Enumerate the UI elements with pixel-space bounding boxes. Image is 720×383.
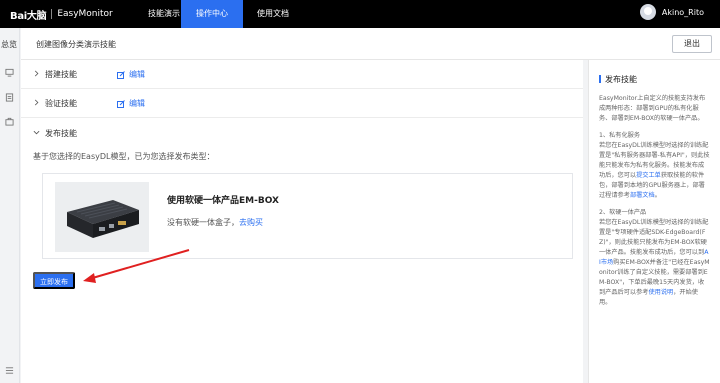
section-label: 搭建技能 bbox=[45, 70, 77, 79]
em-box-device-image bbox=[55, 182, 149, 252]
briefcase-icon[interactable] bbox=[5, 117, 14, 126]
edit-link[interactable]: 编辑 bbox=[117, 98, 145, 109]
buy-link[interactable]: 去购买 bbox=[239, 218, 263, 227]
avatar bbox=[639, 4, 656, 20]
edit-icon bbox=[117, 70, 125, 79]
product-title: 使用软硬一体产品EM-BOX bbox=[167, 196, 279, 206]
nav-operation-center[interactable]: 操作中心 bbox=[181, 0, 243, 28]
edit-link[interactable]: 编辑 bbox=[117, 69, 145, 80]
deploy-doc-link[interactable]: 部署文档 bbox=[630, 192, 655, 199]
exit-button[interactable]: 退出 bbox=[672, 35, 712, 53]
help-panel: 发布技能 EasyMonitor上自定义的技能支持发布成两种形态：部署到GPU的… bbox=[588, 60, 720, 383]
section-label: 发布技能 bbox=[45, 129, 77, 138]
help-hardware-product: 2、软硬一体产品 若您在EasyDL训练模型时选择的训练配置是"专项硬件适配SD… bbox=[599, 208, 710, 308]
left-sidebar: 总览 bbox=[0, 28, 20, 383]
main-content: 搭建技能 编辑 验证技能 编辑 发布技能 基于您选择的EasyDL模型，已为您选… bbox=[21, 60, 583, 383]
product-hint: 没有软硬一体盒子，去购买 bbox=[167, 217, 263, 228]
logo-divider bbox=[51, 9, 53, 19]
monitor-icon[interactable] bbox=[5, 68, 14, 77]
help-hardware-text: 若您在EasyDL训练模型时选择的训练配置是"专项硬件适配SDK-EdgeBoa… bbox=[599, 219, 709, 256]
chevron-right-icon[interactable] bbox=[33, 70, 40, 77]
top-navigation-bar: Bai大脑 EasyMonitor 技能演示 操作中心 使用文档 Akino_R… bbox=[0, 0, 720, 28]
submit-ticket-link[interactable]: 提交工单 bbox=[636, 172, 661, 179]
help-intro: EasyMonitor上自定义的技能支持发布成两种形态：部署到GPU的私有化服务… bbox=[599, 95, 706, 122]
page-title: 创建图像分类演示技能 bbox=[36, 40, 116, 49]
help-title: 发布技能 bbox=[599, 74, 710, 85]
chevron-right-icon[interactable] bbox=[33, 99, 40, 106]
section-build-skill[interactable]: 搭建技能 编辑 bbox=[21, 60, 583, 89]
product-hint-text: 没有软硬一体盒子， bbox=[167, 218, 239, 227]
page-header: 创建图像分类演示技能 退出 bbox=[21, 28, 720, 60]
help-hardware-title: 2、软硬一体产品 bbox=[599, 209, 647, 216]
chevron-down-icon[interactable] bbox=[33, 129, 40, 136]
product-card[interactable]: 使用软硬一体产品EM-BOX 没有软硬一体盒子，去购买 bbox=[42, 173, 573, 259]
nav-documentation[interactable]: 使用文档 bbox=[248, 0, 298, 28]
sidebar-overview[interactable]: 总览 bbox=[1, 39, 17, 50]
menu-icon[interactable] bbox=[5, 366, 14, 375]
edit-label: 编辑 bbox=[129, 99, 145, 108]
help-private-title: 1、私有化服务 bbox=[599, 132, 641, 139]
section-label: 验证技能 bbox=[45, 99, 77, 108]
logo-product-name: EasyMonitor bbox=[57, 9, 113, 19]
annotation-arrow bbox=[81, 248, 191, 288]
edit-label: 编辑 bbox=[129, 70, 145, 79]
section-publish-skill[interactable]: 发布技能 bbox=[21, 119, 583, 147]
help-private-service: 1、私有化服务 若您在EasyDL训练模型时选择的训练配置是"私有服务器部署-私… bbox=[599, 131, 710, 201]
logo-brand: Bai大脑 bbox=[10, 10, 47, 22]
section-verify-skill[interactable]: 验证技能 编辑 bbox=[21, 89, 583, 118]
edit-icon bbox=[117, 99, 125, 108]
user-name: Akino_Rito bbox=[661, 7, 704, 17]
publish-description: 基于您选择的EasyDL模型，已为您选择发布类型： bbox=[33, 152, 215, 161]
help-private-text-3: 。 bbox=[654, 192, 661, 199]
usage-guide-link[interactable]: 使用说明 bbox=[649, 289, 674, 296]
list-icon[interactable] bbox=[5, 93, 14, 102]
user-menu[interactable]: Akino_Rito bbox=[639, 4, 704, 20]
baidu-logo[interactable]: Bai大脑 EasyMonitor bbox=[10, 6, 113, 22]
publish-now-button[interactable]: 立即发布 bbox=[33, 272, 75, 289]
